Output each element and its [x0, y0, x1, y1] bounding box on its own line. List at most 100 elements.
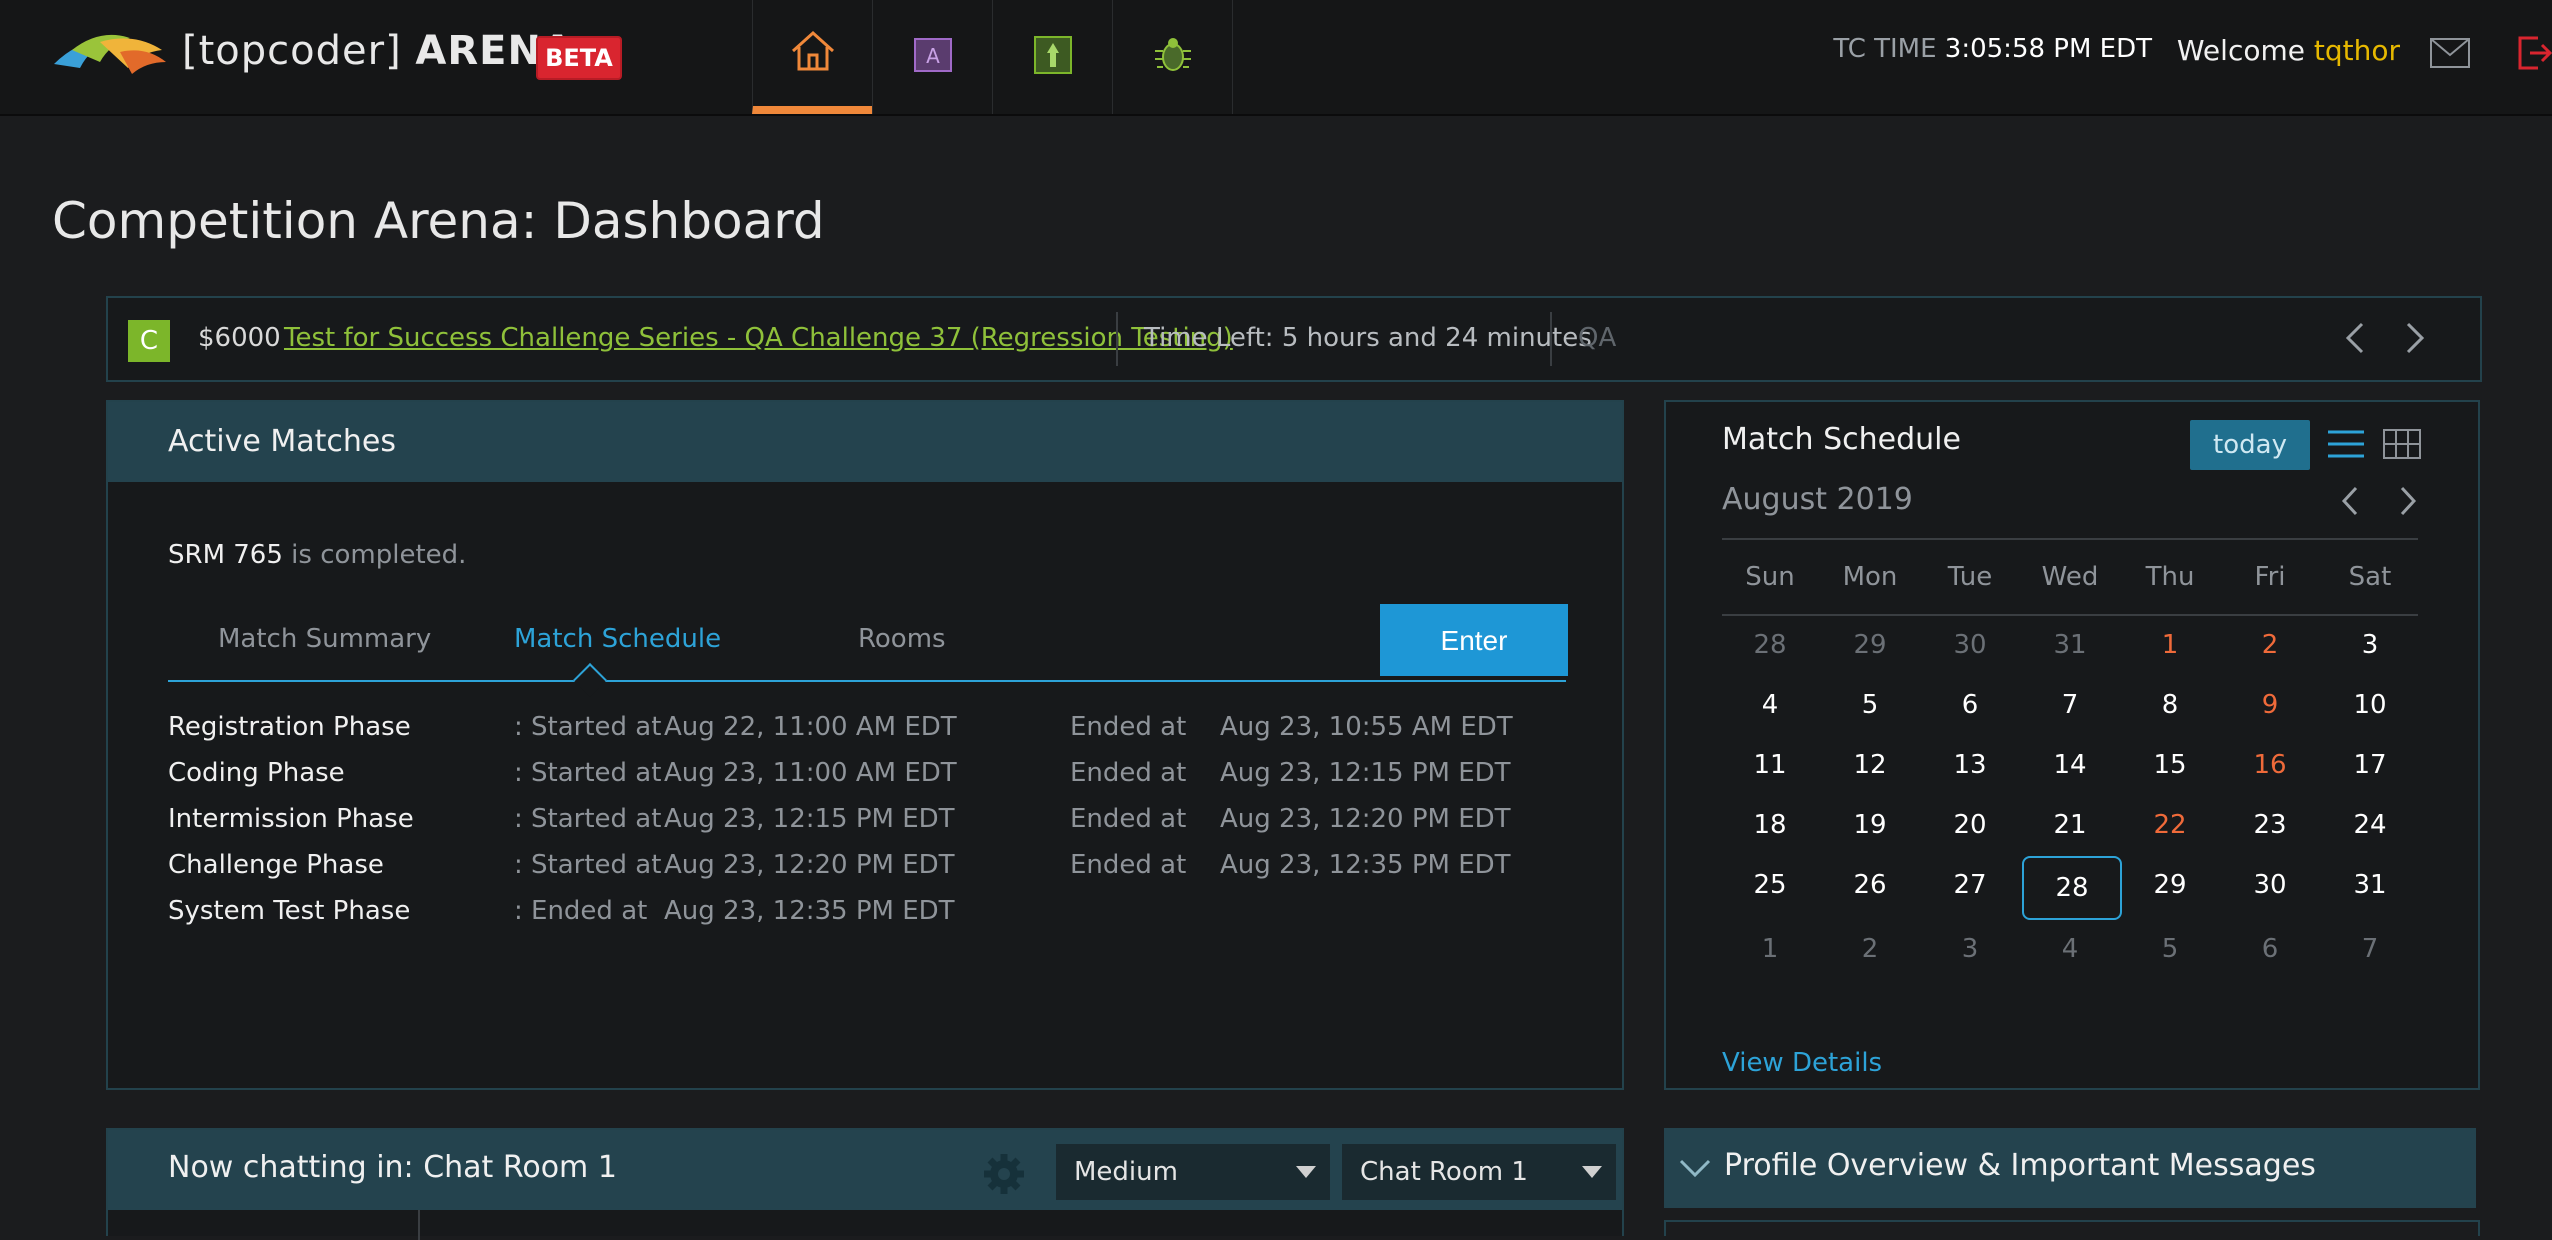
grid-view-icon[interactable]: [2382, 428, 2422, 464]
calendar-day[interactable]: 27: [1930, 870, 2010, 900]
calendar-day[interactable]: 25: [1730, 870, 1810, 900]
calendar-day[interactable]: 2: [2230, 630, 2310, 660]
beta-badge: BETA: [536, 36, 622, 80]
phase-start-label: : Started at: [514, 758, 662, 788]
calendar-day[interactable]: 8: [2130, 690, 2210, 720]
nav-tab-rankings[interactable]: [992, 0, 1112, 114]
active-matches-panel: Active Matches SRM 765 is completed. Mat…: [106, 400, 1624, 1090]
phase-start-time: Aug 22, 11:00 AM EDT: [664, 712, 957, 742]
phase-start-label: : Ended at: [514, 896, 648, 926]
calendar-prev-icon[interactable]: [2338, 484, 2362, 522]
top-header: [topcoder] ARENA BETA A TC TIME 3:05:58 …: [0, 0, 2552, 116]
phase-end-label: Ended at: [1070, 804, 1187, 834]
enter-button[interactable]: Enter: [1380, 604, 1568, 676]
calendar-day[interactable]: 29: [1830, 630, 1910, 660]
calendar-day-today[interactable]: 28: [2022, 856, 2122, 920]
logout-icon[interactable]: [2516, 34, 2552, 76]
view-details-link[interactable]: View Details: [1722, 1048, 1882, 1078]
calendar-day[interactable]: 6: [1930, 690, 2010, 720]
phase-name: Intermission Phase: [168, 804, 414, 834]
trophy-icon: [1033, 35, 1073, 79]
calendar-day[interactable]: 17: [2330, 750, 2410, 780]
calendar-day[interactable]: 28: [1730, 630, 1810, 660]
phase-start-label: : Started at: [514, 850, 662, 880]
panel-header: Active Matches: [108, 402, 1622, 482]
chat-panel: Now chatting in: Chat Room 1 Medium Chat…: [106, 1128, 1624, 1240]
logo-text: [topcoder] ARENA: [182, 28, 574, 74]
calendar-day[interactable]: 2: [1830, 934, 1910, 964]
chevron-down-icon[interactable]: [1678, 1156, 1712, 1184]
calendar-day[interactable]: 12: [1830, 750, 1910, 780]
phase-end-label: Ended at: [1070, 712, 1187, 742]
challenge-time-left: Time Left: 5 hours and 24 minutes: [1144, 323, 1592, 353]
topcoder-logo-icon[interactable]: [50, 28, 168, 78]
match-schedule-panel: Match Schedule today August 2019 Sun Mon T…: [1664, 400, 2480, 1090]
calendar-day[interactable]: 7: [2030, 690, 2110, 720]
calendar-day[interactable]: 9: [2230, 690, 2310, 720]
calendar-day[interactable]: 29: [2130, 870, 2210, 900]
calendar-day[interactable]: 3: [2330, 630, 2410, 660]
calendar-day[interactable]: 22: [2130, 810, 2210, 840]
calendar-day[interactable]: 20: [1930, 810, 2010, 840]
gear-icon[interactable]: [980, 1150, 1028, 1202]
nav-tab-practice[interactable]: A: [872, 0, 992, 114]
chevron-down-icon: [1582, 1166, 1602, 1178]
nav-tab-home[interactable]: [752, 0, 872, 114]
nav-tab-bugs[interactable]: [1112, 0, 1233, 114]
a-icon: A: [913, 37, 953, 77]
profile-header[interactable]: Profile Overview & Important Messages: [1664, 1128, 2476, 1208]
calendar-day[interactable]: 13: [1930, 750, 2010, 780]
calendar-day[interactable]: 30: [2230, 870, 2310, 900]
divider: [1116, 312, 1118, 366]
calendar-day[interactable]: 10: [2330, 690, 2410, 720]
tab-match-schedule[interactable]: Match Schedule: [514, 624, 721, 654]
calendar-day[interactable]: 5: [2130, 934, 2210, 964]
tab-match-summary[interactable]: Match Summary: [218, 624, 431, 654]
calendar-day[interactable]: 1: [2130, 630, 2210, 660]
today-button[interactable]: today: [2190, 420, 2310, 470]
mail-icon[interactable]: [2430, 38, 2470, 72]
calendar-day[interactable]: 24: [2330, 810, 2410, 840]
calendar-day[interactable]: 3: [1930, 934, 2010, 964]
tab-indicator: [573, 663, 607, 697]
calendar-day[interactable]: 16: [2230, 750, 2310, 780]
chat-room-select[interactable]: Chat Room 1: [1342, 1144, 1616, 1200]
weekday-label: Tue: [1947, 562, 1993, 592]
calendar-day[interactable]: 11: [1730, 750, 1810, 780]
calendar-day[interactable]: 19: [1830, 810, 1910, 840]
font-size-select[interactable]: Medium: [1056, 1144, 1330, 1200]
calendar-day[interactable]: 31: [2030, 630, 2110, 660]
calendar-day[interactable]: 6: [2230, 934, 2310, 964]
calendar-day[interactable]: 30: [1930, 630, 2010, 660]
calendar-day[interactable]: 4: [2030, 934, 2110, 964]
bug-icon: [1151, 35, 1195, 79]
calendar-day[interactable]: 4: [1730, 690, 1810, 720]
chat-title: Now chatting in: Chat Room 1: [168, 1150, 617, 1185]
chevron-left-icon[interactable]: [2342, 320, 2368, 360]
calendar-day[interactable]: 15: [2130, 750, 2210, 780]
calendar-day[interactable]: 7: [2330, 934, 2410, 964]
chevron-right-icon[interactable]: [2402, 320, 2428, 360]
challenge-link[interactable]: Test for Success Challenge Series - QA C…: [284, 323, 1233, 353]
calendar-next-icon[interactable]: [2396, 484, 2420, 522]
panel-title: Active Matches: [168, 424, 396, 459]
match-name[interactable]: SRM 765: [168, 540, 283, 570]
calendar-day[interactable]: 18: [1730, 810, 1810, 840]
calendar-month: August 2019: [1722, 482, 1913, 517]
tab-rooms[interactable]: Rooms: [858, 624, 946, 654]
phase-start-time: Aug 23, 12:15 PM EDT: [664, 804, 955, 834]
calendar-day[interactable]: 21: [2030, 810, 2110, 840]
calendar-day[interactable]: 26: [1830, 870, 1910, 900]
list-view-icon[interactable]: [2326, 428, 2366, 464]
calendar-day[interactable]: 1: [1730, 934, 1810, 964]
phase-start-time: Aug 23, 12:35 PM EDT: [664, 896, 955, 926]
calendar-day[interactable]: 14: [2030, 750, 2110, 780]
weekday-label: Sun: [1745, 562, 1795, 592]
match-status: SRM 765 is completed.: [168, 540, 467, 570]
phase-end-label: Ended at: [1070, 758, 1187, 788]
calendar-day[interactable]: 31: [2330, 870, 2410, 900]
tab-underline: [168, 680, 1566, 682]
username-link[interactable]: tqthor: [2314, 34, 2400, 67]
calendar-day[interactable]: 5: [1830, 690, 1910, 720]
calendar-day[interactable]: 23: [2230, 810, 2310, 840]
